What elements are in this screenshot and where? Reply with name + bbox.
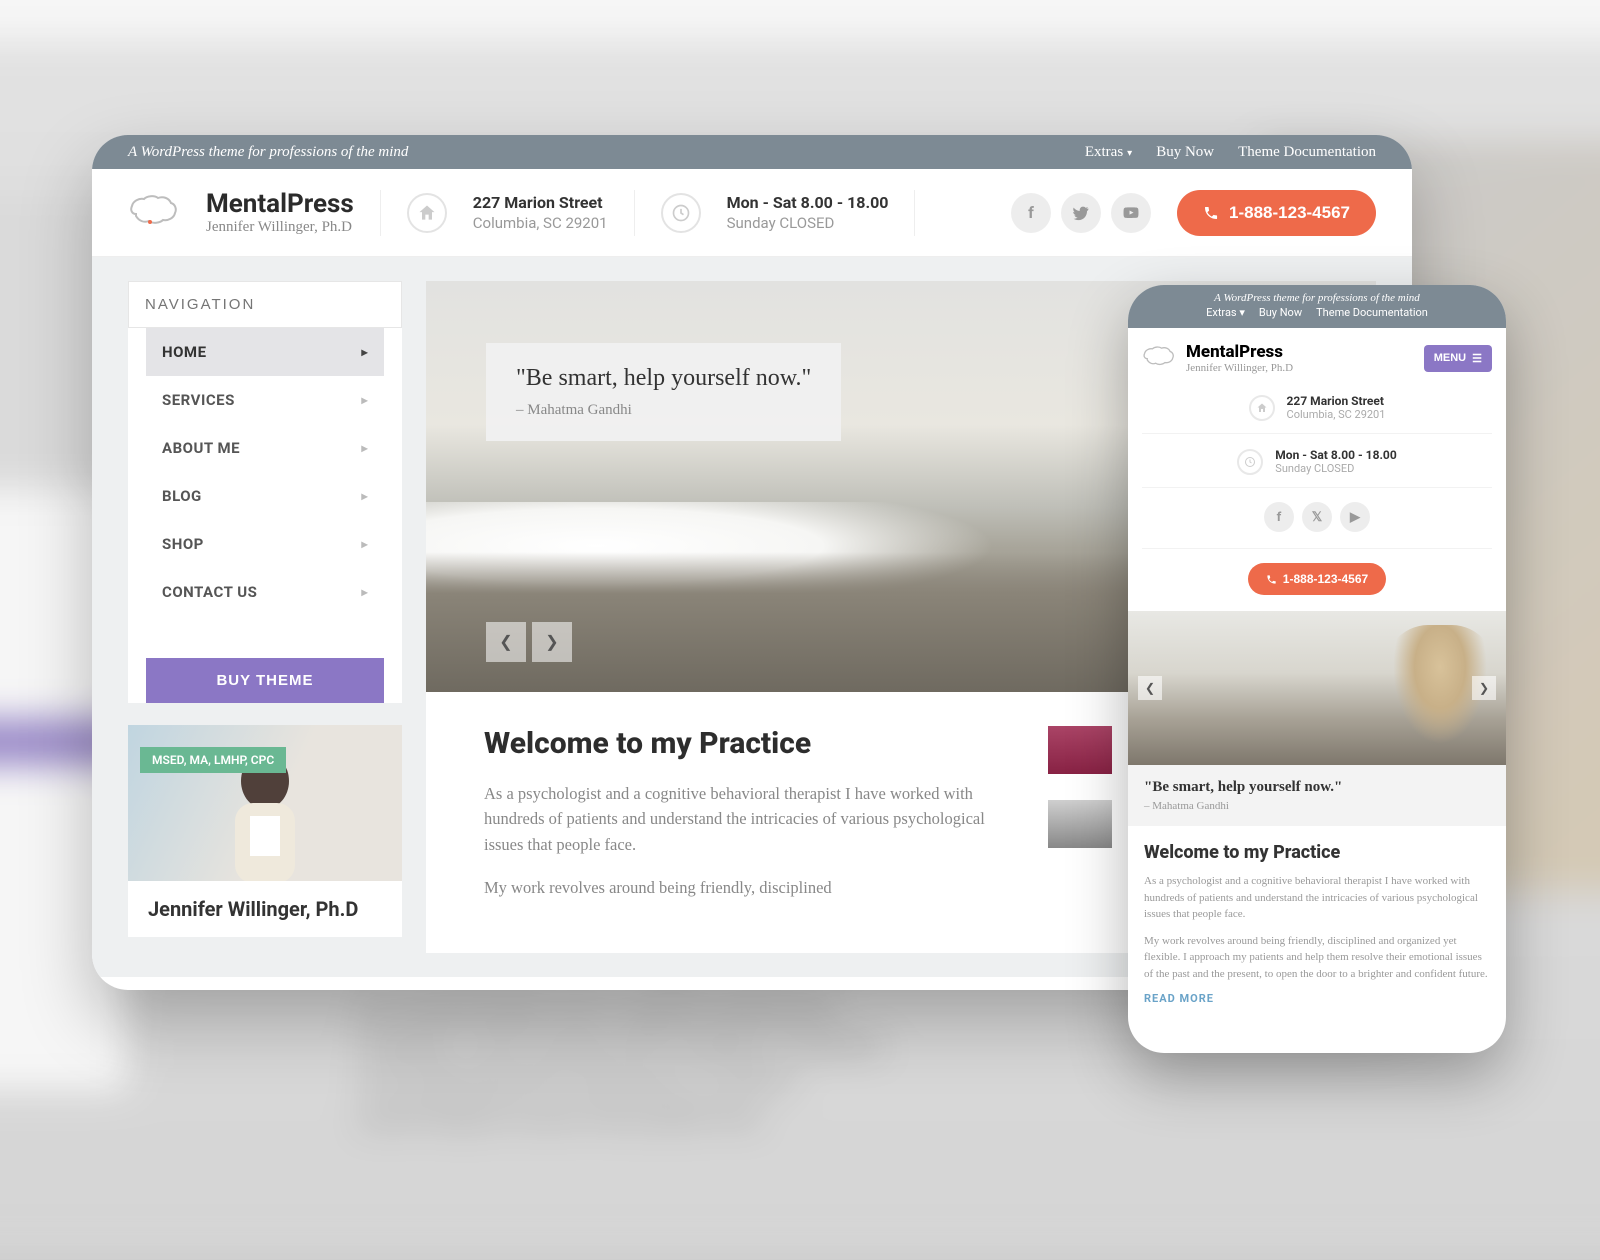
phone-cta-button[interactable]: 1-888-123-4567 [1177, 190, 1376, 236]
hero-quote-author: – Mahatma Gandhi [516, 402, 811, 419]
hamburger-icon: ☰ [1472, 352, 1482, 365]
service-thumb [1048, 800, 1112, 848]
nav-item-about-me[interactable]: ABOUT ME ▸ [146, 424, 384, 472]
brain-logo-icon [128, 194, 180, 232]
mobile-brand-subtitle: Jennifer Willinger, Ph.D [1186, 362, 1293, 374]
nav-item-label: CONTACT US [162, 583, 257, 601]
phone-number: 1-888-123-4567 [1229, 203, 1350, 223]
hours-line2: Sunday CLOSED [727, 213, 889, 233]
welcome-para-1: As a psychologist and a cognitive behavi… [484, 781, 1010, 858]
buy-theme-button[interactable]: BUY THEME [146, 658, 384, 703]
topbar-extras-link[interactable]: Extras▾ [1085, 144, 1132, 161]
address-line2: Columbia, SC 29201 [473, 213, 608, 233]
nav-item-label: SERVICES [162, 391, 235, 409]
mobile-welcome-p1: As a psychologist and a cognitive behavi… [1144, 873, 1490, 923]
slider-next-button[interactable]: ❯ [532, 622, 572, 662]
nav-item-contact-us[interactable]: CONTACT US ▸ [146, 568, 384, 616]
mobile-hours-1: Mon - Sat 8.00 - 18.00 [1275, 448, 1396, 462]
brand-subtitle: Jennifer Willinger, Ph.D [206, 219, 354, 236]
chevron-right-icon: ▸ [361, 441, 368, 455]
nav-item-label: ABOUT ME [162, 439, 240, 457]
mobile-address-1: 227 Marion Street [1287, 394, 1386, 408]
welcome-para-2: My work revolves around being friendly, … [484, 875, 1010, 901]
mobile-hours-2: Sunday CLOSED [1275, 462, 1396, 475]
slider-prev-button[interactable]: ❮ [486, 622, 526, 662]
twitter-icon[interactable] [1061, 193, 1101, 233]
nav-item-services[interactable]: SERVICES ▸ [146, 376, 384, 424]
sidebar-nav: HOME▸SERVICES▸ABOUT ME▸BLOG▸SHOP▸CONTACT… [128, 281, 402, 703]
service-thumb [1048, 726, 1112, 774]
nav-item-label: SHOP [162, 535, 204, 553]
hours-line1: Mon - Sat 8.00 - 18.00 [727, 192, 889, 214]
address-line1: 227 Marion Street [473, 192, 608, 214]
phone-icon [1203, 205, 1219, 221]
mobile-extras-link[interactable]: Extras ▾ [1206, 306, 1245, 319]
mobile-quote-text: "Be smart, help yourself now." [1144, 779, 1490, 796]
mobile-welcome-title: Welcome to my Practice [1144, 842, 1490, 863]
site-header: MentalPress Jennifer Willinger, Ph.D 227… [92, 169, 1412, 257]
mobile-welcome-p2: My work revolves around being friendly, … [1144, 933, 1490, 983]
nav-item-shop[interactable]: SHOP ▸ [146, 520, 384, 568]
mobile-buy-link[interactable]: Buy Now [1259, 306, 1302, 319]
profile-card: MSED, MA, LMHP, CPC Jennifer Willinger, … [128, 725, 402, 937]
nav-item-home[interactable]: HOME ▸ [146, 328, 384, 376]
home-icon [1249, 395, 1275, 421]
home-icon [407, 193, 447, 233]
clock-icon [1237, 449, 1263, 475]
mobile-brand-title: MentalPress [1186, 342, 1293, 362]
welcome-title: Welcome to my Practice [484, 726, 1010, 761]
mobile-topbar: A WordPress theme for professions of the… [1128, 285, 1506, 328]
chevron-right-icon: ▸ [361, 393, 368, 407]
mobile-tagline: A WordPress theme for professions of the… [1128, 292, 1506, 304]
youtube-icon[interactable]: ▶ [1340, 502, 1370, 532]
mobile-docs-link[interactable]: Theme Documentation [1316, 306, 1428, 319]
clock-icon [661, 193, 701, 233]
caret-down-icon: ▾ [1127, 148, 1132, 159]
chevron-right-icon: ▸ [361, 345, 368, 359]
nav-search-input[interactable] [128, 281, 402, 328]
brand-title: MentalPress [206, 189, 354, 219]
youtube-icon[interactable] [1111, 193, 1151, 233]
phone-icon [1266, 574, 1277, 585]
chevron-right-icon: ▸ [361, 585, 368, 599]
mobile-phone-cta[interactable]: 1-888-123-4567 [1248, 563, 1386, 595]
mobile-menu-button[interactable]: MENU ☰ [1424, 345, 1492, 372]
topbar-tagline: A WordPress theme for professions of the… [128, 144, 408, 161]
facebook-icon[interactable]: f [1011, 193, 1051, 233]
chevron-right-icon: ▸ [361, 489, 368, 503]
hero-quote-text: "Be smart, help yourself now." [516, 365, 811, 392]
topbar-docs-link[interactable]: Theme Documentation [1238, 144, 1376, 161]
read-more-link[interactable]: READ MORE [1144, 992, 1490, 1005]
mobile-slider-next[interactable]: ❯ [1472, 676, 1496, 700]
mobile-slider-prev[interactable]: ❮ [1138, 676, 1162, 700]
nav-item-blog[interactable]: BLOG ▸ [146, 472, 384, 520]
brain-logo-icon [1142, 345, 1176, 371]
mobile-address-2: Columbia, SC 29201 [1287, 408, 1386, 421]
nav-item-label: BLOG [162, 487, 202, 505]
facebook-icon[interactable]: f [1264, 502, 1294, 532]
hero-quote-card: "Be smart, help yourself now." – Mahatma… [486, 343, 841, 441]
nav-item-label: HOME [162, 343, 207, 361]
mobile-hero-slider: ❮ ❯ [1128, 611, 1506, 765]
profile-name: Jennifer Willinger, Ph.D [128, 881, 402, 937]
chevron-right-icon: ▸ [361, 537, 368, 551]
topbar-buy-link[interactable]: Buy Now [1156, 144, 1214, 161]
credentials-badge: MSED, MA, LMHP, CPC [140, 747, 286, 773]
twitter-icon[interactable]: 𝕏 [1302, 502, 1332, 532]
topbar: A WordPress theme for professions of the… [92, 135, 1412, 169]
mobile-quote-author: – Mahatma Gandhi [1144, 800, 1490, 812]
mobile-preview-frame: A WordPress theme for professions of the… [1128, 285, 1506, 1053]
